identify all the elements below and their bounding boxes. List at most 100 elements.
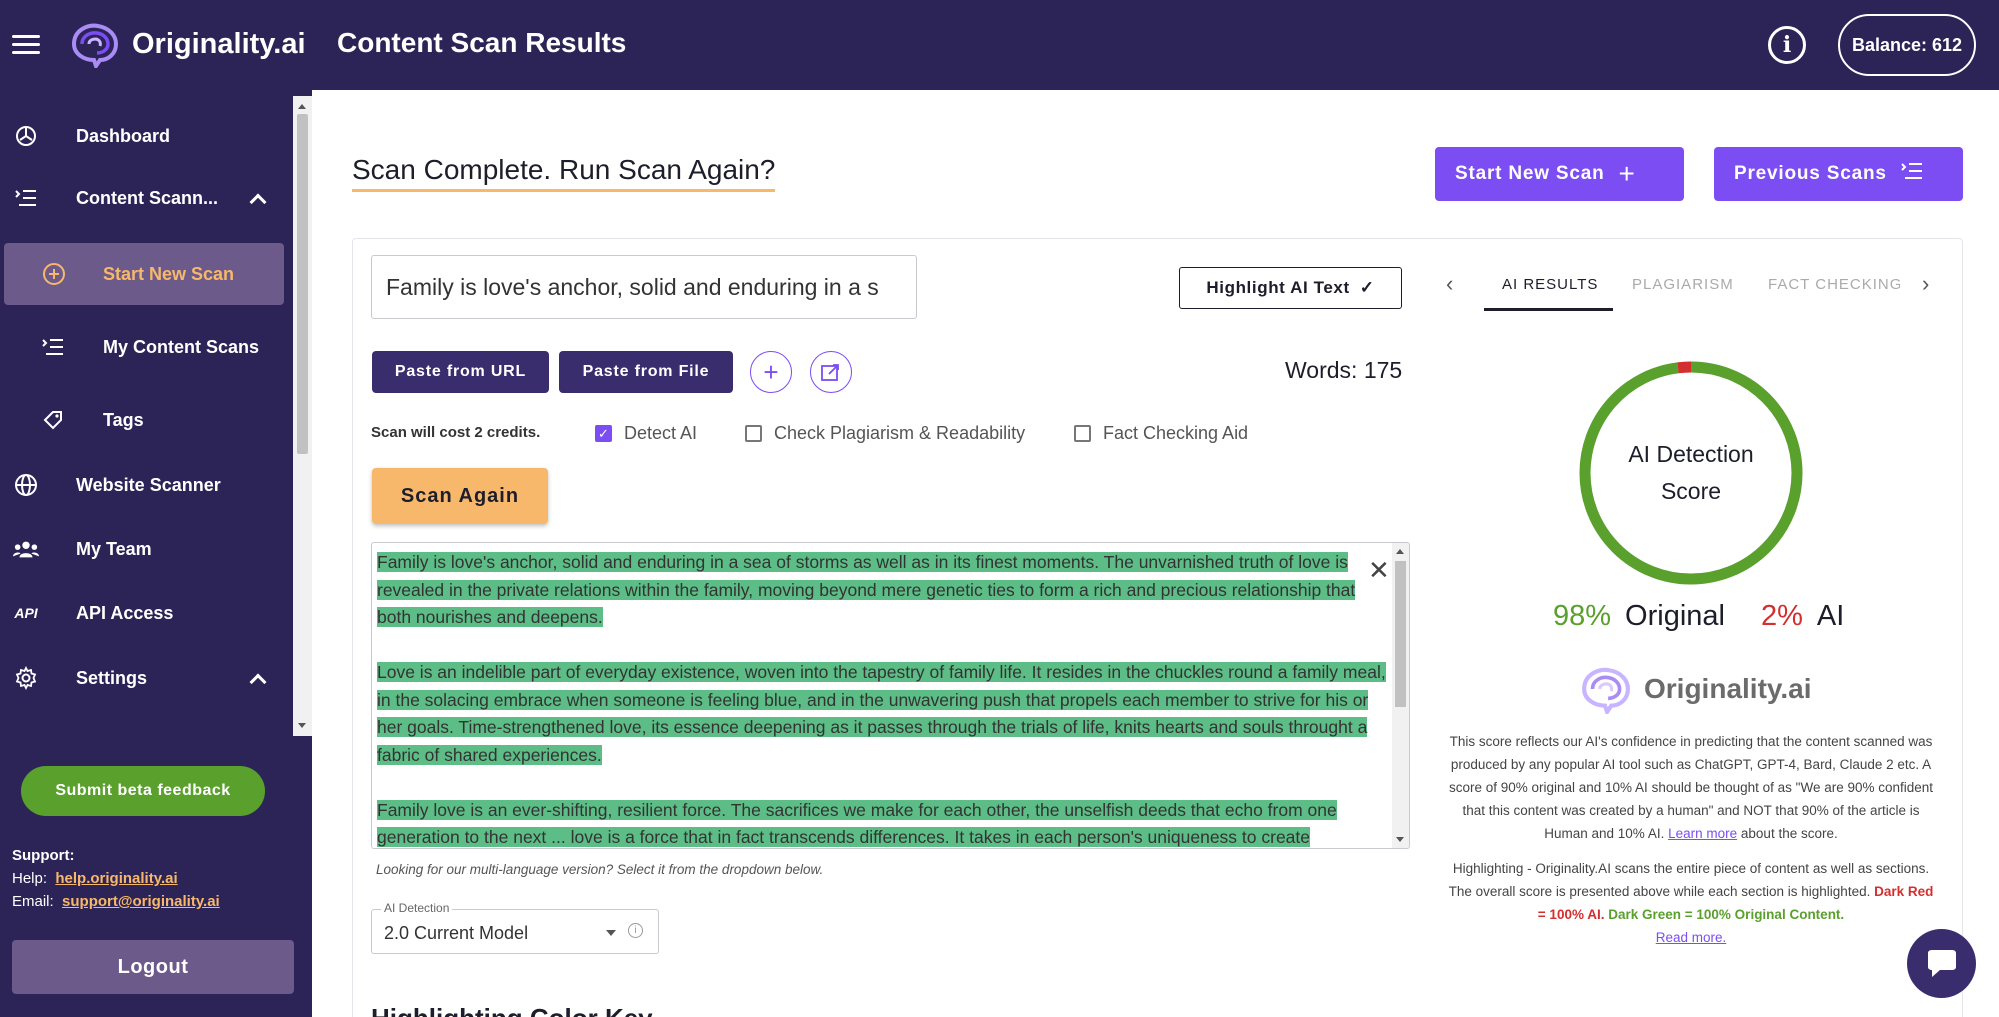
info-icon[interactable]: i [628,923,643,938]
content-paragraph: Family is love's anchor, solid and endur… [377,549,1389,632]
sidebar-item-label: Tags [103,409,144,430]
ai-model-select[interactable]: AI Detection 2.0 Current Model i [371,901,659,954]
sidebar-item-website-scanner[interactable]: Website Scanner [0,457,293,513]
sidebar-item-my-team[interactable]: My Team [0,521,293,577]
globe-icon [13,472,39,498]
paste-from-file-button[interactable]: Paste from File [559,351,733,393]
email-link[interactable]: support@originality.ai [62,893,220,910]
chevron-up-icon[interactable] [249,193,267,211]
sidebar-item-label: Content Scann... [76,187,219,208]
start-new-scan-button[interactable]: Start New Scan + [1435,147,1684,201]
logout-button[interactable]: Logout [12,940,294,994]
scan-title-input[interactable]: Family is love's anchor, solid and endur… [371,255,917,319]
brain-logo-icon [71,23,119,68]
list-icon [1901,162,1923,186]
chevron-right-icon[interactable]: › [1922,271,1929,297]
tab-ai-results[interactable]: AI RESULTS [1502,276,1598,293]
chevron-left-icon[interactable]: ‹ [1446,271,1453,297]
tab-fact-checking[interactable]: FACT CHECKING [1768,276,1900,293]
results-logo: Originality.ai [1574,664,1812,714]
help-link[interactable]: help.originality.ai [55,870,177,887]
highlight-ai-text-button[interactable]: Highlight AI Text ✓ [1179,267,1402,309]
export-icon[interactable] [810,351,852,393]
plagiarism-label: Check Plagiarism & Readability [774,423,1026,443]
scroll-up-icon[interactable] [1396,549,1404,554]
textarea-scrollbar[interactable] [1392,543,1409,848]
sidebar-item-settings[interactable]: Settings [0,650,293,706]
content-textarea[interactable]: Family is love's anchor, solid and endur… [371,542,1410,849]
close-icon[interactable]: ✕ [1368,557,1390,583]
team-icon [13,536,39,562]
sidebar-item-dashboard[interactable]: Dashboard [0,108,293,164]
add-icon[interactable]: + [750,351,792,393]
scroll-up-icon[interactable] [298,104,306,109]
scroll-down-icon[interactable] [1396,837,1404,842]
chat-bubble-icon[interactable] [1907,929,1976,998]
highlighting-explanation: Highlighting - Originality.AI scans the … [1448,861,1930,899]
brain-logo-icon [1582,667,1631,714]
results-logo-text: Originality.ai [1644,673,1812,704]
page-title: Content Scan Results [337,27,627,58]
scrollbar-thumb[interactable] [1395,561,1406,707]
sidebar-item-label: Start New Scan [103,263,235,284]
scan-again-button[interactable]: Scan Again [372,468,548,524]
api-icon: API [14,605,38,621]
fact-checking-option[interactable]: Fact Checking Aid [1074,423,1248,444]
fact-checking-checkbox[interactable] [1074,425,1091,442]
sidebar-item-content-scans[interactable]: Content Scann... [0,170,293,226]
gauge-label: AI Detection Score [1573,436,1809,510]
ai-model-value: 2.0 Current Model [384,923,529,943]
detect-ai-label: Detect AI [624,423,698,443]
read-more-link[interactable]: Read more. [1656,930,1727,945]
sidebar-item-api-access[interactable]: API API Access [0,585,293,641]
sidebar-scrollbar[interactable] [293,96,312,736]
gear-icon [13,665,39,691]
scan-title: Scan Complete. Run Scan Again? [352,154,776,192]
sidebar-item-tags[interactable]: Tags [0,392,293,448]
detect-ai-checkbox[interactable]: ✓ [595,425,612,442]
plagiarism-option[interactable]: Check Plagiarism & Readability [745,423,1025,444]
sidebar-item-label: Website Scanner [76,474,221,495]
original-percent: 98% [1553,600,1612,632]
dropdown-caret-icon[interactable] [606,930,616,936]
plus-icon: + [1618,158,1636,189]
dark-green-key: Dark Green = 100% Original Content. [1608,907,1845,922]
scrollbar-thumb[interactable] [297,114,308,454]
plus-circle-icon [41,261,67,287]
hamburger-menu-icon[interactable] [12,30,40,58]
submit-beta-feedback-button[interactable]: Submit beta feedback [21,766,265,816]
list-icon [13,185,39,211]
email-label: Email: [12,893,54,910]
sidebar-item-label: Settings [76,667,148,688]
paste-from-url-button[interactable]: Paste from URL [372,351,549,393]
plagiarism-checkbox[interactable] [745,425,762,442]
list-icon [40,334,66,360]
multi-language-note: Looking for our multi-language version? … [376,862,824,877]
scroll-down-icon[interactable] [298,723,306,728]
support-info: Support: Help: help.originality.ai Email… [12,844,220,913]
score-summary: 98% Original 2% AI [1553,600,1844,633]
sidebar-item-start-new-scan[interactable]: Start New Scan [4,243,284,305]
logo[interactable]: Originality.ai [66,20,306,68]
previous-scans-button[interactable]: Previous Scans [1714,147,1963,201]
dashboard-icon [13,123,39,149]
support-label: Support: [12,847,75,864]
sidebar-item-label: Dashboard [76,125,171,146]
content-paragraph: Family love is an ever-shifting, resilie… [377,797,1389,849]
detect-ai-option[interactable]: ✓ Detect AI [595,423,697,444]
ai-model-legend: AI Detection [381,901,453,915]
explanation-tail: about the score. [1740,826,1838,841]
tab-plagiarism[interactable]: PLAGIARISM [1632,276,1734,293]
learn-more-link[interactable]: Learn more [1668,826,1737,841]
start-new-scan-label: Start New Scan [1455,163,1605,184]
previous-scans-label: Previous Scans [1734,163,1887,184]
content-paragraph: Love is an indelible part of everyday ex… [377,659,1389,769]
highlighting-key-heading: Highlighting Color Key [371,1003,653,1017]
balance-button[interactable]: Balance: 612 [1838,14,1976,76]
info-icon[interactable]: i [1768,26,1806,64]
sidebar-item-label: My Content Scans [103,336,260,357]
chevron-up-icon[interactable] [249,673,267,691]
score-explanation: This score reflects our AI's confidence … [1443,730,1939,949]
highlighted-text: Family love is an ever-shifting, resilie… [377,799,1337,847]
sidebar-item-my-content-scans[interactable]: My Content Scans [0,319,293,375]
